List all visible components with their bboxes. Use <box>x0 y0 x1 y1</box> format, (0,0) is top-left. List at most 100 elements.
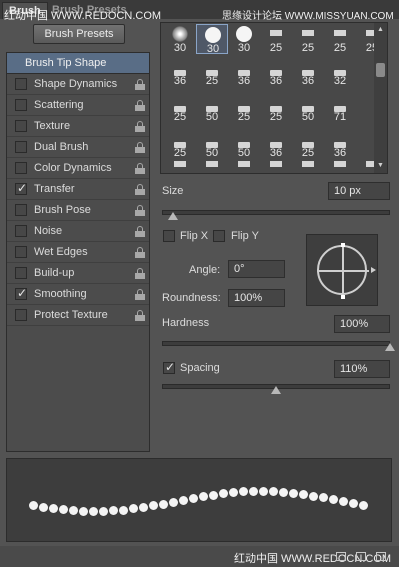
size-field[interactable]: 10 px <box>328 182 390 200</box>
option-checkbox[interactable] <box>15 246 27 258</box>
brush-tip-cell[interactable]: 36 <box>260 141 292 163</box>
new-brush-icon[interactable] <box>356 552 366 561</box>
flip-x-checkbox[interactable] <box>163 230 175 242</box>
brush-tip-cell[interactable]: 36 <box>260 69 292 91</box>
lock-icon[interactable] <box>135 205 145 216</box>
brush-option-row[interactable]: Protect Texture <box>7 305 149 326</box>
brush-tip-cell[interactable]: 50 <box>196 141 228 163</box>
brush-tip-cell[interactable]: 36 <box>324 141 356 163</box>
toggle-preview-icon[interactable] <box>336 552 346 561</box>
angle-field[interactable]: 0° <box>228 260 285 278</box>
brush-tip-cell[interactable]: 32 <box>324 69 356 91</box>
brush-tip-cell[interactable]: 25 <box>164 141 196 163</box>
tab-bar: Brush Brush Presets 红动中国 WWW.REDOCN.COM … <box>0 0 399 22</box>
brush-option-row[interactable]: ✓ Transfer <box>7 179 149 200</box>
brush-option-row[interactable]: Texture <box>7 116 149 137</box>
brush-option-row[interactable]: Shape Dynamics <box>7 74 149 95</box>
brush-tip-cell[interactable]: 50 <box>292 105 324 127</box>
hardness-slider-track[interactable] <box>162 341 390 346</box>
brush-shape-icon[interactable] <box>270 161 282 167</box>
angle-arrow-icon[interactable] <box>371 267 376 273</box>
brush-option-row[interactable]: Color Dynamics <box>7 158 149 179</box>
option-checkbox[interactable] <box>15 141 27 153</box>
option-checkbox[interactable] <box>15 78 27 90</box>
brush-option-row[interactable]: Scattering <box>7 95 149 116</box>
brush-option-row[interactable]: Brush Pose <box>7 200 149 221</box>
brush-option-row[interactable]: Noise <box>7 221 149 242</box>
size-slider-track[interactable] <box>162 210 390 215</box>
option-checkbox[interactable] <box>15 225 27 237</box>
brush-shape-icon[interactable] <box>174 161 186 167</box>
stroke-dot <box>329 495 338 504</box>
brush-tip-cell[interactable]: 25 <box>260 105 292 127</box>
spacing-field[interactable]: 110% <box>334 360 390 378</box>
brush-option-row[interactable]: Build-up <box>7 263 149 284</box>
lock-icon[interactable] <box>135 247 145 258</box>
option-checkbox[interactable]: ✓ <box>15 286 27 300</box>
hardness-slider-handle[interactable] <box>385 343 395 351</box>
brush-tip-cell[interactable]: 25 <box>324 24 356 54</box>
lock-icon[interactable] <box>135 163 145 174</box>
scroll-up-icon[interactable]: ▲ <box>377 26 384 33</box>
brush-tip-cell[interactable]: 25 <box>292 24 324 54</box>
roundness-handle-top[interactable] <box>341 243 345 247</box>
brush-tip-cell[interactable]: 36 <box>292 69 324 91</box>
hardness-field[interactable]: 100% <box>334 315 390 333</box>
brush-presets-button[interactable]: Brush Presets <box>33 24 125 44</box>
scroll-down-icon[interactable]: ▼ <box>377 162 384 169</box>
roundness-field[interactable]: 100% <box>228 289 285 307</box>
option-checkbox[interactable] <box>15 99 27 111</box>
brush-shape-icon[interactable] <box>302 161 314 167</box>
brush-tip-cell[interactable]: 36 <box>164 69 196 91</box>
brush-tip-cell[interactable]: 71 <box>324 105 356 127</box>
lock-icon[interactable] <box>135 226 145 237</box>
brush-shape-icon[interactable] <box>334 161 346 167</box>
brush-tip-cell[interactable]: 25 <box>292 141 324 163</box>
brush-option-row[interactable]: ✓ Smoothing <box>7 284 149 305</box>
scroll-thumb[interactable] <box>376 63 385 77</box>
option-checkbox[interactable] <box>15 120 27 132</box>
lock-icon[interactable] <box>135 268 145 279</box>
option-checkbox[interactable] <box>15 204 27 216</box>
brush-shape-icon[interactable] <box>206 161 218 167</box>
brush-option-row[interactable]: Dual Brush <box>7 137 149 158</box>
lock-icon[interactable] <box>135 142 145 153</box>
brush-tip-cell[interactable]: 25 <box>260 24 292 54</box>
option-checkbox[interactable] <box>15 162 27 174</box>
size-slider-handle[interactable] <box>168 212 178 220</box>
lock-icon[interactable] <box>135 184 145 195</box>
lock-icon[interactable] <box>135 289 145 300</box>
brush-tip-cell[interactable]: 30 <box>196 24 228 55</box>
brush-grid-scrollbar[interactable]: ▲ ▼ <box>374 23 387 173</box>
lock-icon[interactable] <box>135 79 145 90</box>
create-new-icon[interactable] <box>376 552 386 561</box>
lock-icon[interactable] <box>135 121 145 132</box>
option-checkbox[interactable] <box>15 309 27 321</box>
option-checkbox[interactable]: ✓ <box>15 181 27 195</box>
brush-option-row[interactable]: Wet Edges <box>7 242 149 263</box>
spacing-slider-handle[interactable] <box>271 386 281 394</box>
angle-roundness-widget[interactable] <box>306 234 378 306</box>
brush-tip-cell[interactable]: 25 <box>164 105 196 127</box>
brush-tip-cell[interactable]: 36 <box>228 69 260 91</box>
flip-y-checkbox[interactable] <box>213 230 225 242</box>
lock-icon[interactable] <box>135 100 145 111</box>
brush-tip-shape-item[interactable]: Brush Tip Shape <box>7 53 149 74</box>
brush-shape-icon[interactable] <box>238 161 250 167</box>
lock-icon[interactable] <box>135 310 145 321</box>
stroke-dot <box>59 505 68 514</box>
brush-tip-cell[interactable]: 50 <box>196 105 228 127</box>
spacing-checkbox[interactable]: ✓ <box>163 360 175 374</box>
option-label: Smoothing <box>34 288 87 300</box>
brush-tip-cell[interactable]: 30 <box>164 24 196 54</box>
watermark-bottom: 红动中国 WWW.REDOCN.COM <box>234 553 392 565</box>
brush-tip-cell[interactable]: 25 <box>228 105 260 127</box>
brush-tip-cell[interactable]: 25 <box>196 69 228 91</box>
roundness-handle-bottom[interactable] <box>341 295 345 299</box>
brush-size-label: 50 <box>205 111 219 123</box>
angle-label: Angle: <box>189 264 221 276</box>
spacing-label: Spacing <box>180 362 220 374</box>
option-checkbox[interactable] <box>15 267 27 279</box>
brush-tip-cell[interactable]: 50 <box>228 141 260 163</box>
brush-tip-cell[interactable]: 30 <box>228 24 260 54</box>
